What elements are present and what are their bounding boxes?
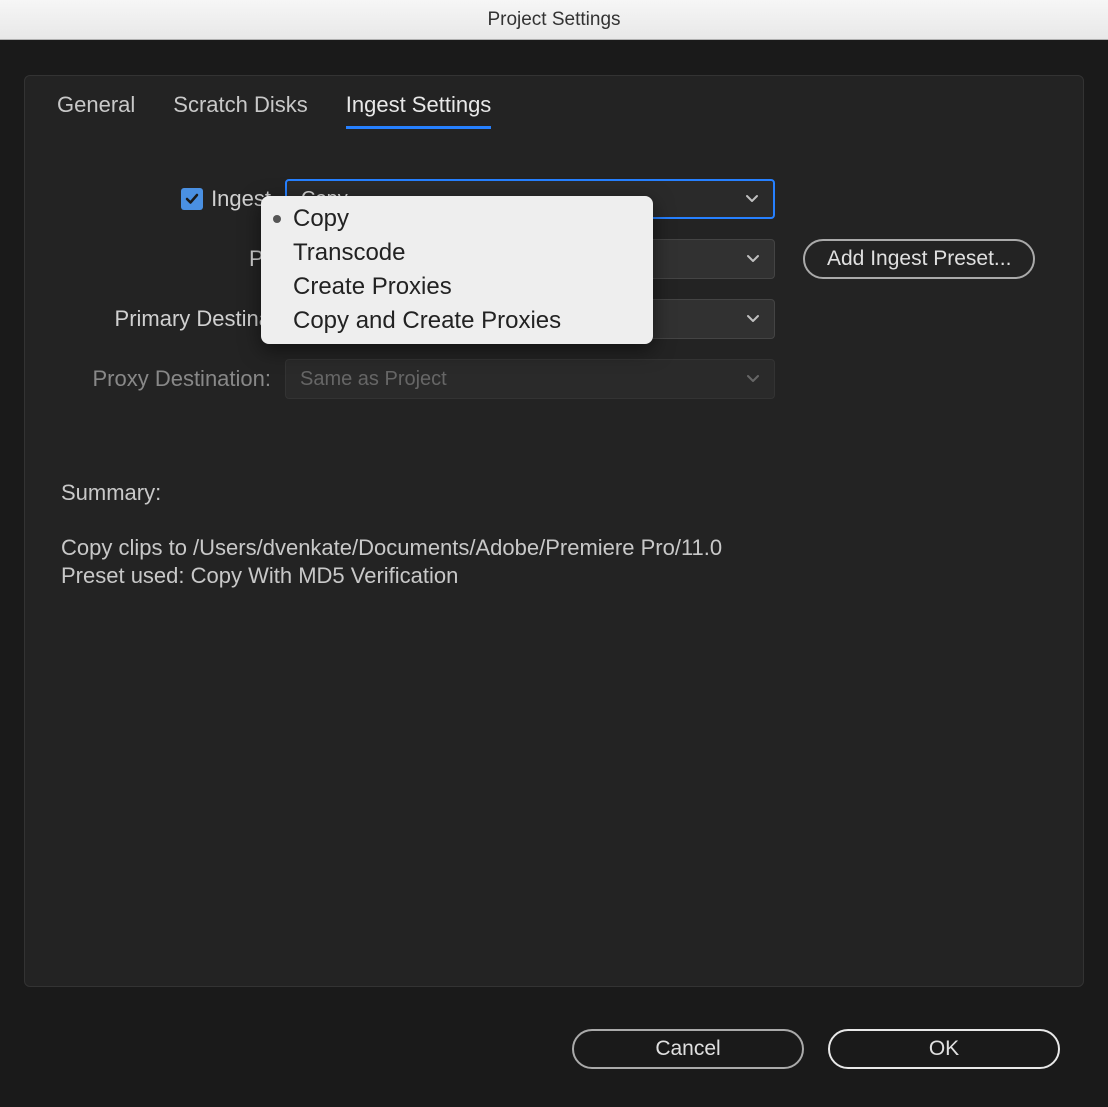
tab-scratch-disks[interactable]: Scratch Disks (173, 92, 307, 129)
selected-bullet-icon (273, 215, 281, 223)
summary-line-1: Copy clips to /Users/dvenkate/Documents/… (61, 534, 1047, 563)
add-ingest-preset-button[interactable]: Add Ingest Preset... (803, 239, 1035, 279)
dialog-button-row: Cancel OK (572, 1029, 1060, 1069)
ingest-option-copy-and-create-proxies[interactable]: Copy and Create Proxies (261, 304, 653, 338)
summary-heading: Summary: (61, 479, 1047, 508)
chevron-down-icon (746, 252, 760, 266)
ingest-dropdown-menu[interactable]: Copy Transcode Create Proxies Copy and C… (261, 196, 653, 344)
ok-button[interactable]: OK (828, 1029, 1060, 1069)
option-label: Copy (293, 205, 349, 233)
summary-block: Summary: Copy clips to /Users/dvenkate/D… (55, 419, 1053, 591)
option-label: Transcode (293, 239, 406, 267)
window-titlebar: Project Settings (0, 0, 1108, 40)
window-title: Project Settings (487, 9, 620, 31)
cancel-button[interactable]: Cancel (572, 1029, 804, 1069)
proxy-destination-dropdown: Same as Project (285, 359, 775, 399)
option-label: Copy and Create Proxies (293, 307, 561, 335)
option-label: Create Proxies (293, 273, 452, 301)
row-proxy-destination: Proxy Destination: Same as Project (55, 359, 1053, 399)
checkmark-icon (184, 191, 200, 207)
ingest-checkbox[interactable] (181, 188, 203, 210)
primary-destination-label-partial: Primary Destina (115, 306, 271, 332)
proxy-destination-value: Same as Project (300, 368, 447, 391)
chevron-down-icon (746, 312, 760, 326)
summary-line-2: Preset used: Copy With MD5 Verification (61, 562, 1047, 591)
proxy-destination-label: Proxy Destination: (92, 366, 271, 392)
proxy-destination-label-cell: Proxy Destination: (55, 366, 285, 392)
primary-destination-label-cell: Primary Destina (55, 306, 285, 332)
tab-ingest-settings[interactable]: Ingest Settings (346, 92, 492, 129)
ingest-option-create-proxies[interactable]: Create Proxies (261, 270, 653, 304)
chevron-down-icon (745, 192, 759, 206)
ingest-label-cell: Ingest (55, 186, 285, 212)
preset-label-cell: Pr (55, 246, 285, 272)
tabs-bar: General Scratch Disks Ingest Settings (25, 76, 1083, 129)
ingest-option-transcode[interactable]: Transcode (261, 236, 653, 270)
tab-general[interactable]: General (57, 92, 135, 129)
chevron-down-icon (746, 372, 760, 386)
ingest-option-copy[interactable]: Copy (261, 202, 653, 236)
